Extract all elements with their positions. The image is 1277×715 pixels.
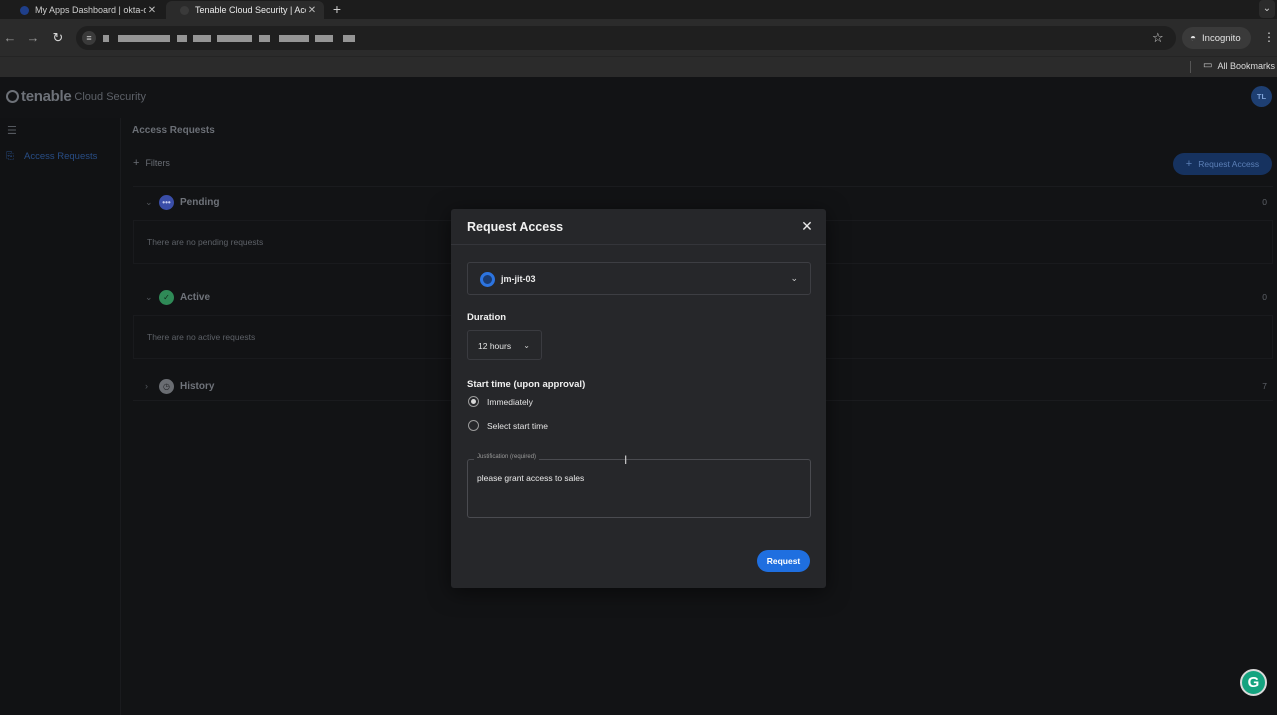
back-arrow-icon[interactable]: ←	[1, 29, 19, 47]
address-bar[interactable]: ≡	[76, 26, 1176, 50]
bookmarks-bar: ▭ All Bookmarks	[0, 56, 1277, 77]
duration-value: 12 hours	[478, 341, 512, 351]
folder-icon: ▭	[1203, 60, 1213, 71]
tenable-logo[interactable]: tenable Cloud Security	[6, 88, 146, 105]
check-circle-icon: ✓	[159, 289, 174, 305]
redacted-url-segment	[177, 35, 187, 42]
browser-menu-icon[interactable]: ⋮	[1263, 30, 1275, 44]
user-avatar[interactable]: TL	[1251, 86, 1272, 107]
account-provider-icon	[480, 272, 495, 287]
duration-select[interactable]: 12 hours ⌄	[467, 330, 542, 360]
radio-label: Immediately	[487, 396, 533, 407]
tab-title: My Apps Dashboard | okta-de	[35, 5, 146, 15]
empty-state-text: There are no active requests	[147, 332, 256, 342]
close-tab-icon[interactable]: ✕	[306, 5, 318, 16]
redacted-url-segment	[343, 35, 355, 42]
okta-favicon-icon	[20, 5, 29, 15]
access-requests-icon: ⎘	[6, 151, 14, 162]
site-settings-icon[interactable]: ≡	[82, 31, 96, 45]
section-count: 0	[1262, 292, 1267, 302]
text-cursor-icon: I	[624, 453, 628, 467]
tenable-logo-ring-icon	[6, 90, 19, 103]
close-tab-icon[interactable]: ✕	[146, 5, 158, 16]
tab-search-chevron-icon[interactable]: ⌄	[1259, 0, 1275, 18]
browser-tab-strip: My Apps Dashboard | okta-de ✕ Tenable Cl…	[0, 0, 1277, 19]
section-divider	[133, 186, 1273, 187]
forward-arrow-icon[interactable]: →	[24, 29, 42, 47]
grammarly-widget-icon[interactable]: G	[1240, 669, 1267, 696]
request-submit-button[interactable]: Request	[757, 550, 810, 572]
filters-label: Filters	[145, 158, 170, 168]
sidebar-item-label: Access Requests	[24, 151, 98, 162]
browser-tab-tenable[interactable]: Tenable Cloud Security | Acc ✕	[166, 1, 324, 19]
reload-icon[interactable]: ↻	[49, 29, 67, 47]
account-select[interactable]: jm-jit-03 ⌄	[467, 262, 811, 295]
section-label: History	[180, 380, 215, 392]
redacted-url-segment	[217, 35, 252, 42]
close-icon[interactable]: ✕	[799, 218, 815, 234]
justification-textarea[interactable]: Justification (required) please grant ac…	[467, 454, 811, 518]
logo-brand: tenable	[21, 88, 72, 105]
request-access-label: Request Access	[1198, 159, 1260, 169]
browser-toolbar: ← → ↻ ≡ ☆ ◓ Incognito ⋮	[0, 19, 1277, 56]
chevron-down-icon: ⌄	[145, 291, 153, 302]
radio-button-unchecked[interactable]	[468, 420, 479, 431]
hamburger-menu-icon[interactable]: ☰	[7, 124, 17, 137]
plus-icon: +	[1185, 158, 1193, 170]
empty-state-text: There are no pending requests	[147, 237, 264, 247]
account-value: jm-jit-03	[501, 274, 536, 284]
justification-label: Justification (required)	[474, 454, 540, 460]
justification-value: please grant access to sales	[477, 473, 585, 483]
request-access-modal: Request Access ✕ jm-jit-03 ⌄ Duration 12…	[451, 209, 826, 588]
browser-tab-okta[interactable]: My Apps Dashboard | okta-de ✕	[6, 1, 164, 19]
new-tab-button[interactable]: +	[329, 1, 345, 17]
radio-select-start-time[interactable]: Select start time	[468, 420, 548, 431]
section-count: 0	[1262, 197, 1267, 207]
radio-button-checked[interactable]	[468, 396, 479, 407]
all-bookmarks-button[interactable]: ▭ All Bookmarks	[1203, 60, 1275, 71]
redacted-url-segment	[193, 35, 211, 42]
page-title: Access Requests	[132, 125, 215, 136]
filters-button[interactable]: + Filters	[133, 157, 170, 169]
incognito-icon: ◓	[1190, 32, 1197, 44]
tenable-favicon-icon	[180, 5, 189, 15]
pending-status-icon: •••	[159, 194, 174, 210]
redacted-url-segment	[259, 35, 270, 42]
all-bookmarks-label: All Bookmarks	[1217, 60, 1275, 71]
incognito-indicator[interactable]: ◓ Incognito	[1182, 27, 1251, 49]
bookmark-star-icon[interactable]: ☆	[1152, 30, 1164, 46]
logo-subtitle: Cloud Security	[74, 90, 146, 103]
section-label: Active	[180, 291, 211, 303]
modal-header: Request Access ✕	[451, 209, 826, 245]
request-access-button[interactable]: + Request Access	[1173, 153, 1272, 175]
redacted-url-segment	[103, 35, 109, 42]
chevron-down-icon: ⌄	[523, 341, 530, 350]
clock-icon: ◷	[159, 378, 174, 394]
plus-icon: +	[133, 157, 140, 169]
section-label: Pending	[180, 196, 220, 208]
radio-immediately[interactable]: Immediately	[468, 396, 533, 407]
bookmarks-divider	[1190, 61, 1191, 73]
section-count: 7	[1262, 381, 1267, 391]
start-time-label: Start time (upon approval)	[467, 379, 586, 390]
redacted-url-segment	[279, 35, 309, 42]
tab-title: Tenable Cloud Security | Acc	[195, 5, 306, 15]
chevron-down-icon: ⌄	[145, 196, 153, 207]
radio-label: Select start time	[487, 420, 548, 431]
sidebar: ☰ ⎘ Access Requests	[0, 118, 121, 715]
incognito-label: Incognito	[1202, 32, 1241, 44]
sidebar-item-access-requests[interactable]: ⎘ Access Requests	[6, 151, 97, 162]
duration-label: Duration	[467, 312, 507, 323]
chevron-down-icon: ⌄	[790, 273, 798, 283]
redacted-url-segment	[118, 35, 170, 42]
chevron-right-icon: ›	[145, 381, 148, 391]
modal-title: Request Access	[467, 220, 564, 234]
redacted-url-segment	[315, 35, 333, 42]
